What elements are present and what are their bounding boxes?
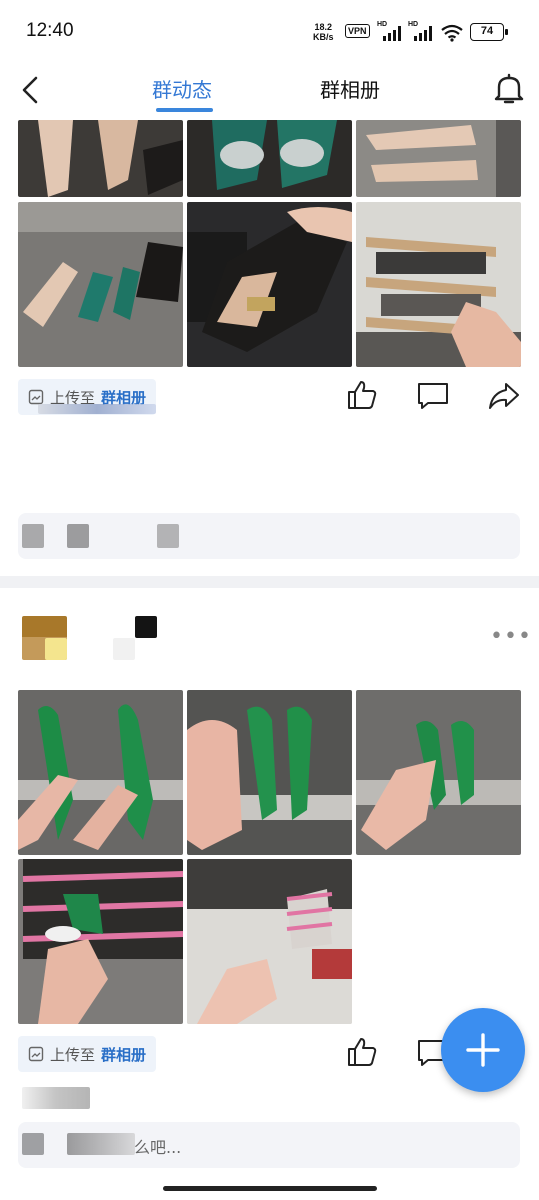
post1-photo-4[interactable] [18, 202, 183, 367]
network-speed-value: 18.2 [314, 22, 333, 32]
status-bar: 12:40 18.2 KB/s VPN HD HD 74 [0, 0, 539, 62]
post1-comment-bar[interactable] [18, 513, 520, 559]
blurred-text [22, 1087, 90, 1109]
signal-icon-2: HD [408, 21, 436, 42]
blurred-text [38, 404, 156, 414]
album-icon [28, 389, 44, 405]
blurred-name [67, 524, 89, 548]
post2-upload-to-album[interactable]: 上传至 群相册 [18, 1036, 157, 1072]
tab-group-feed[interactable]: 群动态 [152, 74, 212, 103]
signal-icon: HD [377, 21, 405, 42]
thumbs-up-icon[interactable] [345, 378, 379, 412]
add-post-button[interactable] [441, 1008, 525, 1092]
post-divider [0, 576, 539, 588]
clock: 12:40 [26, 20, 74, 41]
comment-icon[interactable] [416, 378, 450, 412]
active-tab-indicator [156, 108, 213, 112]
post2-photo-3[interactable] [356, 690, 521, 855]
upload-prefix: 上传至 [50, 1045, 96, 1064]
home-indicator[interactable] [163, 1186, 377, 1191]
tab-group-album[interactable]: 群相册 [320, 74, 380, 103]
blurred-avatar [22, 1133, 44, 1155]
post2-photo-5[interactable] [187, 859, 352, 1024]
thumbs-up-icon[interactable] [345, 1035, 379, 1069]
post1-photo-5[interactable] [187, 202, 352, 367]
blurred-text [67, 1133, 135, 1155]
top-nav: 群动态 群相册 [0, 62, 539, 120]
post1-photo-3[interactable] [356, 120, 521, 197]
blurred-username [135, 616, 157, 638]
share-icon[interactable] [487, 378, 521, 412]
post1-photo-1[interactable] [18, 120, 183, 197]
more-options-icon[interactable]: ••• [490, 624, 532, 649]
network-speed-unit: KB/s [313, 32, 334, 42]
hd-label-2: HD [408, 21, 419, 28]
blurred-username-2 [113, 638, 135, 660]
bell-icon[interactable] [493, 72, 525, 106]
hd-label: HD [377, 21, 388, 28]
post1-photo-2[interactable] [187, 120, 352, 197]
post2-photo-2[interactable] [187, 690, 352, 855]
post2-photo-4[interactable] [18, 859, 183, 1024]
blurred-name-2 [157, 524, 179, 548]
network-speed: 18.2 KB/s [313, 22, 334, 42]
vpn-badge: VPN [345, 24, 370, 38]
chevron-left-icon[interactable] [18, 72, 44, 108]
post1-photo-6[interactable] [356, 202, 521, 367]
album-icon [28, 1046, 44, 1062]
battery-indicator: 74 [470, 23, 508, 41]
post2-photo-1[interactable] [18, 690, 183, 855]
avatar-detail [45, 638, 67, 660]
plus-icon [466, 1033, 500, 1067]
wifi-icon [440, 24, 464, 42]
album-link[interactable]: 群相册 [101, 1044, 146, 1065]
comment-placeholder: 么吧... [134, 1138, 182, 1157]
screen: 12:40 18.2 KB/s VPN HD HD 74 群动态 群相册 上传至… [0, 0, 539, 1200]
blurred-avatar [22, 524, 44, 548]
